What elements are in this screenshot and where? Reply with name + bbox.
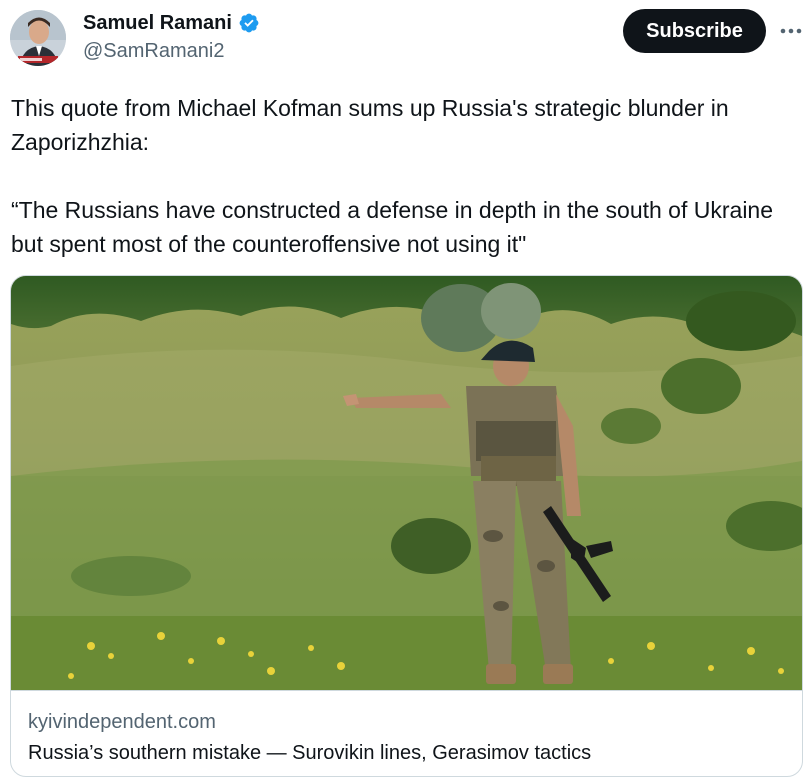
avatar[interactable] bbox=[10, 10, 66, 66]
link-card-image[interactable] bbox=[11, 276, 802, 691]
verified-badge-icon bbox=[238, 12, 260, 34]
soldier-field-photo bbox=[11, 276, 802, 690]
link-card-domain: kyivindependent.com bbox=[28, 711, 216, 733]
more-options-icon[interactable] bbox=[778, 18, 804, 44]
subscribe-button[interactable]: Subscribe bbox=[623, 9, 766, 53]
author-display-name[interactable]: Samuel Ramani bbox=[83, 11, 232, 35]
author-handle[interactable]: @SamRamani2 bbox=[83, 39, 224, 63]
link-card-title: Russia’s southern mistake — Surovikin li… bbox=[28, 742, 592, 764]
author-name-row[interactable]: Samuel Ramani bbox=[83, 11, 260, 35]
avatar-image bbox=[10, 10, 66, 66]
link-card[interactable]: kyivindependent.com Russia’s southern mi… bbox=[10, 275, 803, 777]
tweet-text: This quote from Michael Kofman sums up R… bbox=[11, 95, 774, 257]
